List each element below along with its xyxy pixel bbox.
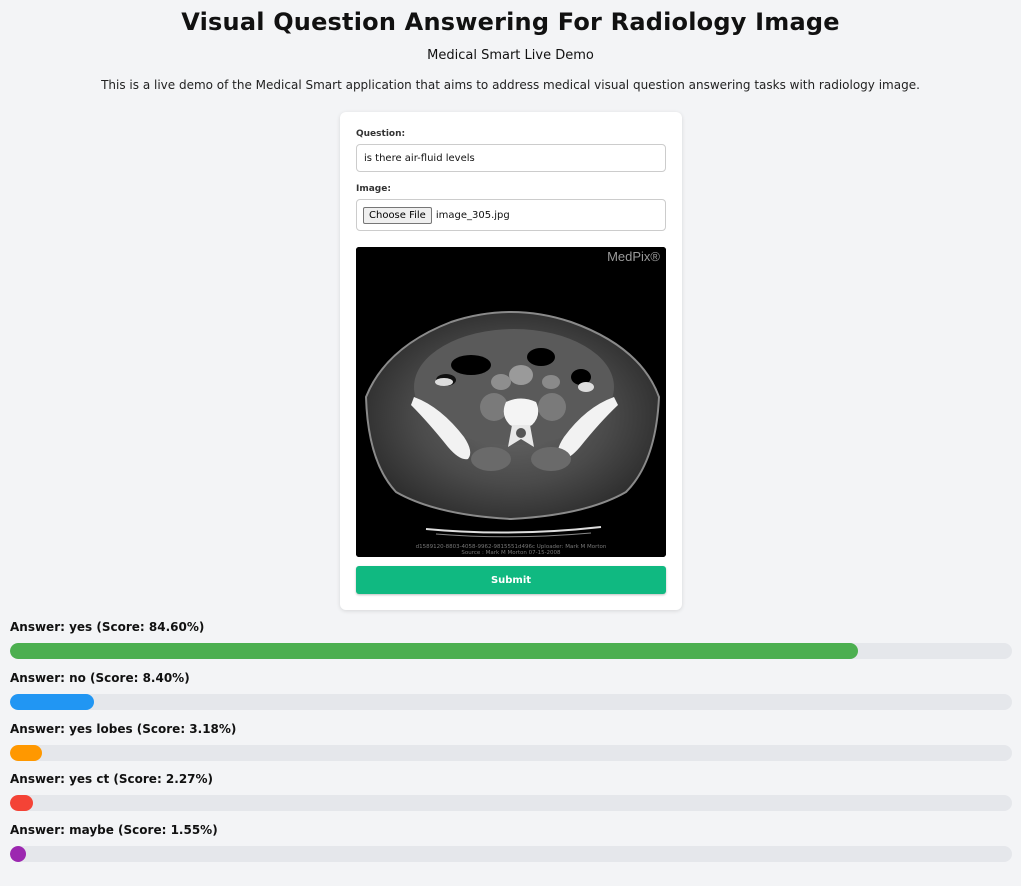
answer-label: Answer: no (Score: 8.40%): [10, 671, 190, 685]
answer-result: Answer: yes lobes (Score: 3.18%): [10, 722, 1012, 761]
score-bar-fill: [10, 643, 858, 659]
question-label: Question:: [356, 129, 406, 139]
ct-scan-image: [356, 247, 666, 557]
score-bar-track: [10, 795, 1012, 811]
score-bar-track: [10, 745, 1012, 761]
page-description: This is a live demo of the Medical Smart…: [101, 78, 920, 92]
score-bar-fill: [10, 745, 42, 761]
submit-button[interactable]: Submit: [356, 566, 666, 594]
answer-result: Answer: no (Score: 8.40%): [10, 671, 1012, 710]
file-input[interactable]: Choose File image_305.jpg: [356, 199, 666, 231]
radiology-image-preview: MedPix® d1589120-8803-4058-9962-9815551d…: [356, 247, 666, 557]
answer-result: Answer: maybe (Score: 1.55%): [10, 823, 1012, 862]
score-bar-track: [10, 846, 1012, 862]
page-subtitle: Medical Smart Live Demo: [427, 48, 594, 63]
answer-label: Answer: yes ct (Score: 2.27%): [10, 772, 214, 786]
score-bar-fill: [10, 694, 95, 710]
answer-label: Answer: maybe (Score: 1.55%): [10, 823, 218, 837]
image-caption: d1589120-8803-4058-9962-9815551d496c Upl…: [356, 544, 666, 556]
file-name: image_305.jpg: [435, 209, 510, 221]
answer-result: Answer: yes (Score: 84.60%): [10, 620, 1012, 659]
medpix-watermark: MedPix®: [607, 249, 660, 264]
score-bar-fill: [10, 846, 26, 862]
answer-label: Answer: yes (Score: 84.60%): [10, 620, 205, 634]
image-caption-line-2: Source : Mark M Morton 07-15-2008: [461, 550, 561, 556]
score-bar-track: [10, 694, 1012, 710]
vqa-form-card: Question: Image: Choose File image_305.j…: [340, 112, 682, 610]
image-label: Image:: [356, 184, 391, 194]
answer-label: Answer: yes lobes (Score: 3.18%): [10, 722, 237, 736]
question-input[interactable]: [356, 144, 666, 172]
answer-result: Answer: yes ct (Score: 2.27%): [10, 772, 1012, 811]
score-bar-fill: [10, 795, 33, 811]
score-bar-track: [10, 643, 1012, 659]
choose-file-button[interactable]: Choose File: [363, 206, 432, 224]
page-title: Visual Question Answering For Radiology …: [181, 8, 840, 36]
